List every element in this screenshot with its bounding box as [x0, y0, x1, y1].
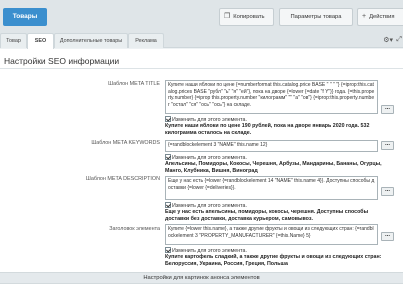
meta-title-override[interactable]: Изменить для этого элемента.	[165, 116, 247, 123]
meta-title-template[interactable]: Купите наши яблоки по цене {=numberforma…	[165, 80, 378, 114]
element-heading-template[interactable]: Купите {=lower this.name}, а также други…	[165, 224, 378, 245]
top-toolbar: Товары ❐ Копировать Параметры товара + Дей…	[0, 0, 403, 32]
tab-seo[interactable]: SEO	[27, 33, 54, 49]
plus-icon: +	[362, 13, 367, 20]
element-heading-override[interactable]: Изменить для этого элемента.	[165, 247, 247, 254]
actions-label: Действия	[369, 14, 395, 20]
meta-keywords-override[interactable]: Изменить для этого элемента.	[165, 154, 247, 161]
checkbox[interactable]	[165, 116, 171, 122]
actions-button[interactable]: + Действия	[357, 8, 403, 26]
tab-product[interactable]: Товар	[0, 33, 27, 48]
seo-content: Настройки SEO информации Шаблон META TIT…	[0, 49, 403, 294]
meta-title-menu-button[interactable]: ...	[381, 105, 394, 114]
meta-description-template[interactable]: Еще у нас есть {=lower {=randblockelemen…	[165, 176, 378, 200]
product-params-button[interactable]: Параметры товара	[279, 8, 353, 26]
meta-keywords-preview: Апельсины, Помидоры, Кокосы, Черешня, Ар…	[165, 161, 382, 174]
checkbox[interactable]	[165, 247, 171, 253]
meta-keywords-menu-button[interactable]: ...	[381, 141, 394, 150]
element-heading-preview: Купите картофель сладкий, а также другие…	[165, 254, 382, 267]
copy-label: Копировать	[233, 14, 265, 20]
subsection-header[interactable]: Настройки для картинок анонса элементов	[0, 272, 403, 284]
meta-title-label: Шаблон META TITLE	[108, 81, 160, 87]
tabs-bar: Товар SEO Дополнительные товары Реклама	[0, 32, 403, 49]
meta-description-menu-button[interactable]: ...	[381, 187, 394, 196]
divider	[0, 68, 403, 69]
checkbox[interactable]	[165, 154, 171, 160]
expand-icon[interactable]: ⤢	[396, 36, 402, 44]
tab-advertising[interactable]: Реклама	[128, 33, 164, 48]
copy-button[interactable]: ❐ Копировать	[219, 8, 274, 26]
section-title: Настройки SEO информации	[4, 56, 120, 66]
element-heading-label: Заголовок элемента	[109, 226, 160, 232]
element-heading-menu-button[interactable]: ...	[381, 232, 394, 241]
meta-description-preview: Еще у нас есть апельсины, помидоры, коко…	[165, 209, 369, 222]
checkbox[interactable]	[165, 202, 171, 208]
meta-description-override[interactable]: Изменить для этого элемента.	[165, 202, 247, 209]
tab-additional-products[interactable]: Дополнительные товары	[54, 33, 128, 48]
meta-description-label: Шаблон META DESCRIPTION	[85, 176, 160, 182]
meta-keywords-template[interactable]: {=randblockelement 3 "NAME" this.name 12…	[165, 140, 378, 152]
meta-keywords-label: Шаблон META KEYWORDS	[91, 140, 160, 146]
copy-icon: ❐	[224, 13, 231, 20]
meta-title-preview: Купите наши яблоки по цене 190 рублей, п…	[165, 123, 370, 136]
gear-icon[interactable]: ⚙▾	[383, 36, 393, 44]
products-tab[interactable]: Товары	[3, 8, 47, 26]
